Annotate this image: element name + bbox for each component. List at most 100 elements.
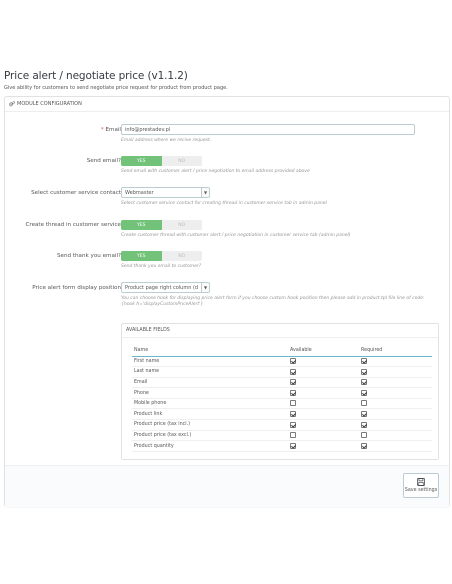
required-checkbox[interactable] <box>361 389 367 396</box>
thank-you-help: Send thank you email to customer? <box>121 264 202 269</box>
send-email-no[interactable]: NO <box>161 156 202 166</box>
table-row: Mobile phone <box>132 398 432 410</box>
service-contact-select[interactable]: Webmaster ▼ <box>121 187 210 198</box>
available-checkbox[interactable] <box>290 358 296 365</box>
available-checkbox[interactable] <box>290 389 296 396</box>
column-header-required: Required <box>361 346 432 357</box>
panel-footer: Save settings <box>5 465 449 507</box>
table-row: Product quantity <box>132 440 432 452</box>
chevron-down-icon: ▼ <box>201 188 209 197</box>
chevron-down-icon: ▼ <box>201 283 209 292</box>
create-thread-label: Create thread in customer service <box>25 222 121 228</box>
required-cell <box>361 377 432 389</box>
required-checkbox[interactable] <box>361 411 367 418</box>
table-row: Product price (tax excl.) <box>132 430 432 442</box>
available-checkbox[interactable] <box>290 432 296 439</box>
required-checkbox[interactable] <box>361 358 367 365</box>
table-header-row: Name Available Required <box>132 346 432 357</box>
page-title: Price alert / negotiate price (v1.1.2) <box>4 70 188 82</box>
field-name: First name <box>132 356 290 368</box>
save-settings-button[interactable]: Save settings <box>403 473 439 498</box>
available-cell <box>290 366 361 378</box>
panel-heading-label: MODULE CONFIGURATION <box>17 101 82 107</box>
available-fields-panel: AVAILABLE FIELDS Name Available Required… <box>121 323 439 460</box>
available-cell <box>290 408 361 421</box>
available-cell <box>290 377 361 389</box>
email-label: * Email <box>101 127 121 133</box>
available-fields-table: Name Available Required First name Last n… <box>132 346 432 452</box>
field-name: Product quantity <box>132 440 290 452</box>
column-header-available: Available <box>290 346 361 357</box>
available-checkbox[interactable] <box>290 442 296 449</box>
table-row: Last name <box>132 366 432 378</box>
required-cell <box>361 440 432 452</box>
thank-you-no[interactable]: NO <box>161 251 202 261</box>
panel-heading: MODULE CONFIGURATION <box>5 97 449 112</box>
required-checkbox[interactable] <box>361 432 367 439</box>
thank-you-switch[interactable]: YES NO <box>121 251 202 261</box>
required-mark: * <box>100 127 104 133</box>
required-cell <box>361 387 432 399</box>
available-cell <box>290 356 361 368</box>
send-email-help: Send email with customer alert / price n… <box>121 169 310 174</box>
display-position-help: You can choose hook for displaying price… <box>121 296 425 307</box>
service-contact-value: Webmaster <box>125 189 154 196</box>
email-label-text: Email <box>105 127 121 133</box>
available-cell <box>290 440 361 452</box>
display-position-select[interactable]: Product page right column (d ▼ <box>121 282 210 293</box>
field-name: Email <box>132 377 290 389</box>
email-field[interactable]: info@prestadev.pl <box>121 124 415 135</box>
required-checkbox[interactable] <box>361 400 367 407</box>
cogs-icon <box>9 101 15 107</box>
required-checkbox[interactable] <box>361 379 367 386</box>
available-cell <box>290 398 361 410</box>
field-name: Product link <box>132 408 290 421</box>
required-cell <box>361 419 432 431</box>
table-row: Email <box>132 377 432 389</box>
column-header-name: Name <box>132 346 290 357</box>
available-checkbox[interactable] <box>290 379 296 386</box>
available-checkbox[interactable] <box>290 400 296 407</box>
send-email-label: Send email? <box>86 158 121 164</box>
required-checkbox[interactable] <box>361 368 367 375</box>
required-cell <box>361 398 432 410</box>
module-configuration-panel: MODULE CONFIGURATION * Email info@presta… <box>4 96 450 507</box>
field-name: Product price (tax incl.) <box>132 419 290 431</box>
required-cell <box>361 408 432 421</box>
floppy-disk-icon <box>417 478 425 486</box>
available-cell <box>290 430 361 442</box>
available-fields-heading: AVAILABLE FIELDS <box>122 324 438 338</box>
field-name: Product price (tax excl.) <box>132 430 290 442</box>
table-row: Phone <box>132 387 432 399</box>
create-thread-yes[interactable]: YES <box>121 220 162 230</box>
thank-you-label: Send thank you email? <box>56 253 121 259</box>
table-row: Product link <box>132 408 432 421</box>
table-row: Product price (tax incl.) <box>132 419 432 431</box>
field-name: Mobile phone <box>132 398 290 410</box>
service-contact-label: Select customer service contact <box>31 190 121 196</box>
create-thread-no[interactable]: NO <box>161 220 202 230</box>
field-name: Phone <box>132 387 290 399</box>
email-value: info@prestadev.pl <box>125 126 171 133</box>
available-checkbox[interactable] <box>290 368 296 375</box>
service-contact-help: Select customer service contact for crea… <box>121 201 327 206</box>
available-cell <box>290 419 361 431</box>
required-cell <box>361 366 432 378</box>
create-thread-help: Create customer thread with customer ale… <box>121 233 351 238</box>
required-checkbox[interactable] <box>361 442 367 449</box>
page-description: Give ability for customers to send negot… <box>4 85 228 91</box>
available-cell <box>290 387 361 399</box>
display-position-value: Product page right column (d <box>125 284 199 291</box>
field-name: Last name <box>132 366 290 378</box>
required-checkbox[interactable] <box>361 421 367 428</box>
available-checkbox[interactable] <box>290 411 296 418</box>
required-cell <box>361 356 432 368</box>
available-checkbox[interactable] <box>290 421 296 428</box>
send-email-yes[interactable]: YES <box>121 156 162 166</box>
display-position-row: Price alert form display position Produc… <box>5 282 451 307</box>
send-email-switch[interactable]: YES NO <box>121 156 202 166</box>
service-contact-row: Select customer service contact Webmaste… <box>5 187 451 206</box>
thank-you-yes[interactable]: YES <box>121 251 162 261</box>
create-thread-switch[interactable]: YES NO <box>121 220 202 230</box>
email-help: Email address where we recive request. <box>121 138 212 143</box>
